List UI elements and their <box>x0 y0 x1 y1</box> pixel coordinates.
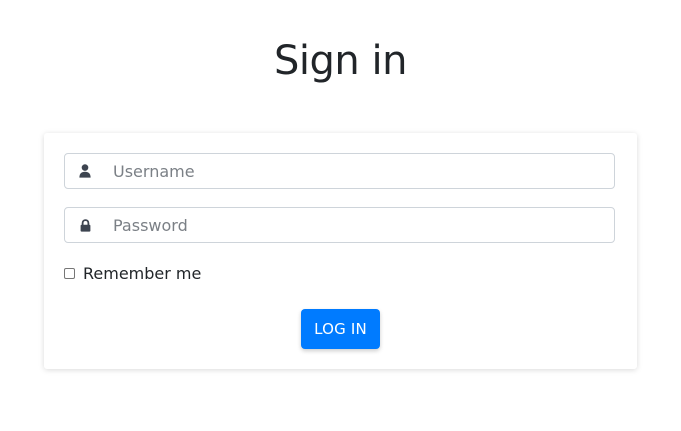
password-field[interactable] <box>64 207 615 243</box>
remember-me-row: Remember me <box>64 263 201 283</box>
remember-me-checkbox[interactable] <box>64 267 75 279</box>
log-in-button[interactable]: LOG IN <box>301 309 380 349</box>
user-icon <box>67 154 103 188</box>
username-input[interactable] <box>103 155 614 187</box>
remember-me-label[interactable]: Remember me <box>83 264 201 283</box>
username-field[interactable] <box>64 153 615 189</box>
password-input[interactable] <box>103 209 614 241</box>
login-card: Remember me LOG IN <box>44 133 637 369</box>
page-title: Sign in <box>274 38 407 84</box>
sign-in-page: Sign in Remember me LOG <box>0 0 681 431</box>
lock-icon <box>67 208 103 242</box>
